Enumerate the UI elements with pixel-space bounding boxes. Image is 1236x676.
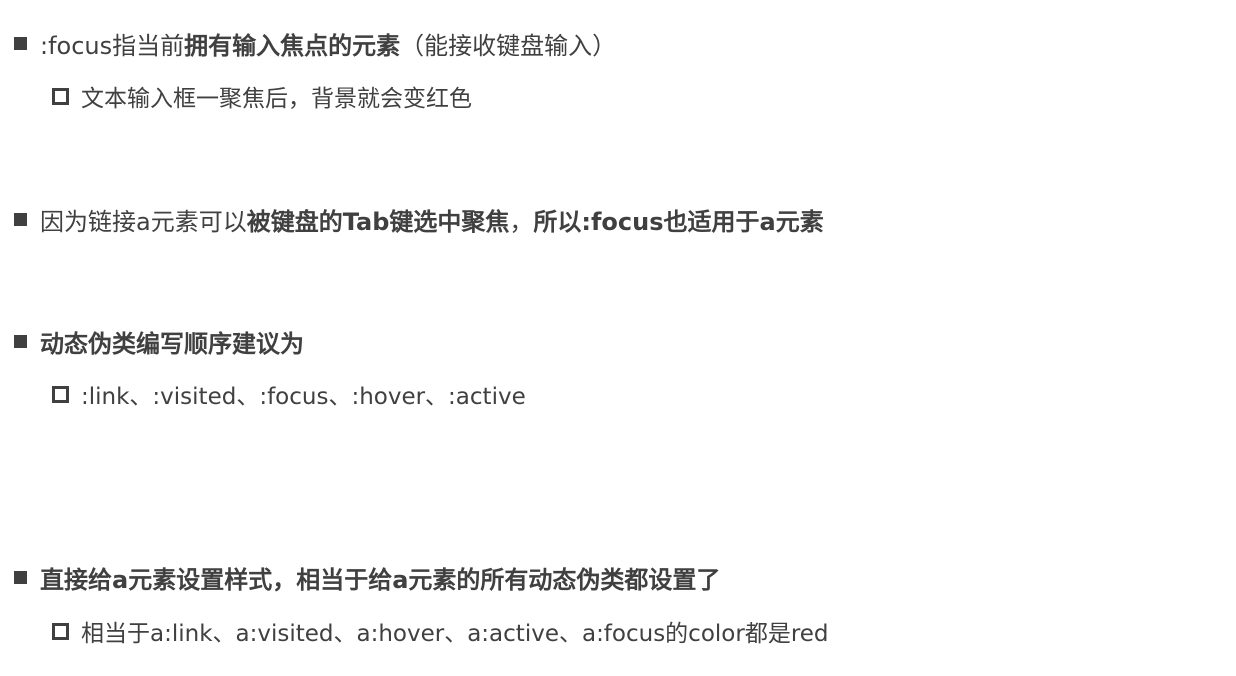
bullet-text: 因为链接a元素可以被键盘的Tab键选中聚焦，所以:focus也适用于a元素: [40, 202, 824, 237]
sub-bullet-equivalent: 相当于a:link、a:visited、a:hover、a:active、a:f…: [52, 616, 829, 647]
bullet-text-normal: ，: [509, 207, 534, 236]
sub-bullet-text: :link、:visited、:focus、:hover、:active: [81, 384, 526, 410]
bullet-text: 动态伪类编写顺序建议为: [40, 329, 304, 358]
sub-bullet-text: 相当于a:link、a:visited、a:hover、a:active、a:f…: [81, 621, 829, 647]
sub-bullet-order-list: :link、:visited、:focus、:hover、:active: [52, 379, 526, 410]
filled-square-bullet-icon: [14, 36, 27, 50]
bullet-text-normal: 因为链接a元素可以: [40, 207, 247, 236]
bullet-focus-definition: :focus指当前拥有输入焦点的元素（能接收键盘输入）: [14, 26, 616, 61]
bullet-text-normal: :focus指当前: [40, 31, 185, 60]
filled-square-bullet-icon: [14, 212, 27, 226]
bullet-text-bold: 被键盘的Tab键选中聚焦: [246, 207, 510, 236]
sub-bullet-text: 文本输入框一聚焦后，背景就会变红色: [81, 86, 472, 112]
bullet-text-bold: 所以:focus也适用于a元素: [533, 207, 824, 236]
hollow-square-bullet-icon: [52, 385, 69, 403]
sub-bullet-input-focus: 文本输入框一聚焦后，背景就会变红色: [52, 81, 472, 112]
bullet-text: 直接给a元素设置样式，相当于给a元素的所有动态伪类都设置了: [40, 565, 721, 594]
bullet-focus-on-links: 因为链接a元素可以被键盘的Tab键选中聚焦，所以:focus也适用于a元素: [14, 202, 824, 237]
slide: { "bullets": [ { "text_a": ":focus指当前", …: [0, 0, 1236, 676]
filled-square-bullet-icon: [14, 570, 27, 584]
bullet-text-normal: （能接收键盘输入）: [400, 31, 617, 60]
bullet-text-bold: 拥有输入焦点的元素: [184, 31, 401, 60]
filled-square-bullet-icon: [14, 334, 27, 348]
bullet-pseudo-class-order: 动态伪类编写顺序建议为: [14, 326, 304, 358]
hollow-square-bullet-icon: [52, 622, 69, 640]
bullet-text: :focus指当前拥有输入焦点的元素（能接收键盘输入）: [40, 26, 616, 61]
hollow-square-bullet-icon: [52, 87, 69, 105]
bullet-direct-style: 直接给a元素设置样式，相当于给a元素的所有动态伪类都设置了: [14, 562, 721, 594]
